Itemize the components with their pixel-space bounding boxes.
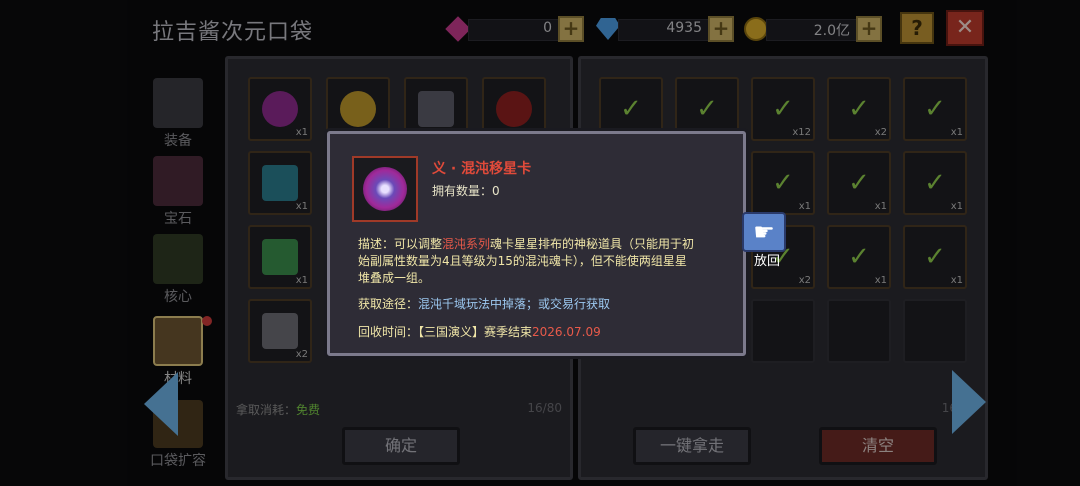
item-name: 义 · 混沌移星卡	[432, 161, 532, 177]
description-line-3: 堆叠成一组。	[358, 271, 431, 285]
owned-count: 拥有数量：0	[432, 184, 500, 198]
item-icon-frame	[352, 156, 418, 222]
item-tooltip: 义 · 混沌移星卡 拥有数量：0 描述：可以调整混沌系列魂卡星星排布的神秘道具（…	[327, 131, 746, 356]
put-back-button[interactable]: ☛ 放回	[742, 212, 792, 269]
description-line-1: 描述：可以调整混沌系列魂卡星星排布的神秘道具（只能用于初	[358, 237, 695, 251]
source-info: 获取途径：混沌千域玩法中掉落；或交易行获取	[358, 297, 611, 311]
hand-icon: ☛	[742, 212, 786, 252]
recycle-info: 回收时间：【三国演义】赛季结束2026.07.09	[358, 325, 601, 339]
description-line-2: 始副属性数量为4且等级为15的混沌魂卡），但不能使两组星星	[358, 254, 687, 268]
chaos-card-icon	[363, 167, 407, 211]
